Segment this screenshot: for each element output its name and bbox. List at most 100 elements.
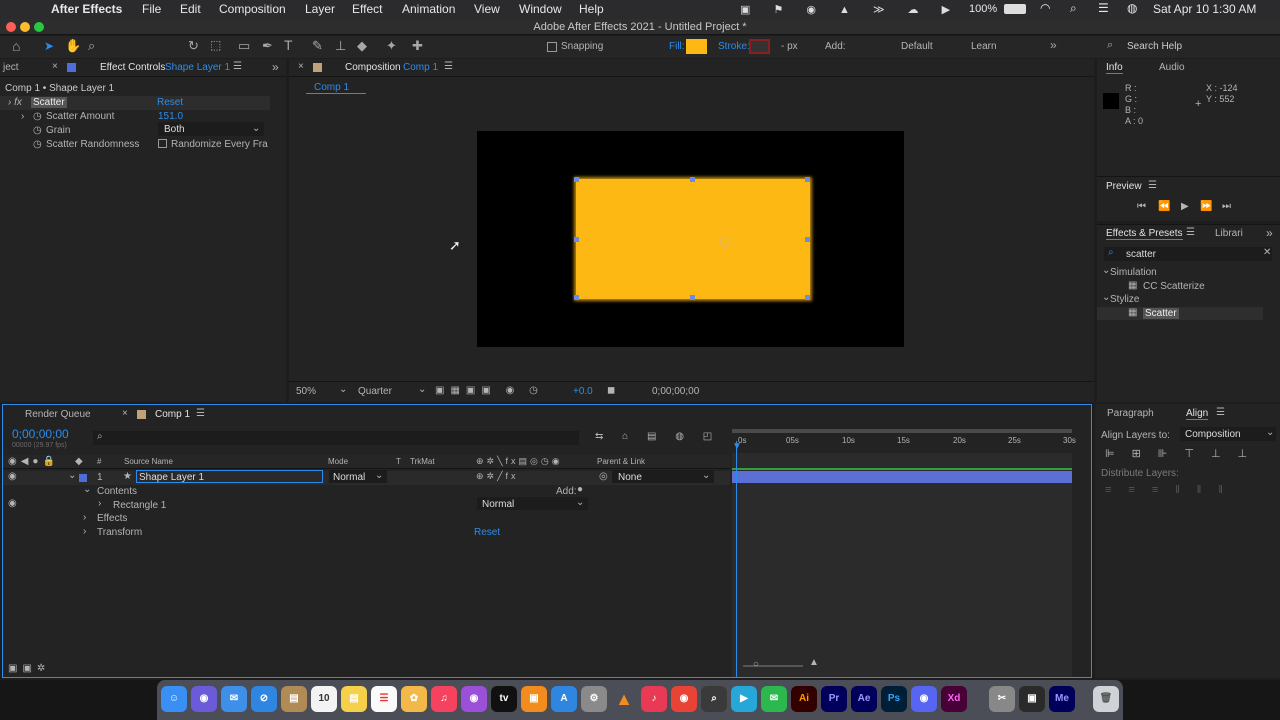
control-center-icon[interactable]: ☰ [1098,1,1109,15]
clone-tool-icon[interactable]: ⊥ [335,38,346,54]
visibility-icon[interactable]: ◉ [8,498,17,509]
expand-arrow-icon[interactable]: ⌄ [68,470,76,481]
timeline-zoom-slider[interactable] [743,665,803,667]
handle-tl[interactable] [574,177,579,182]
panel-overflow-icon[interactable]: » [272,60,279,74]
reminders-icon[interactable]: ☰ [371,686,397,712]
composition-tab-comp[interactable]: Comp 1 [403,62,438,73]
timeline-comp-tab[interactable]: Comp 1 [155,409,190,420]
rotate-tool-icon[interactable]: ↻ [188,38,199,54]
zoom-dropdown[interactable]: 50% [296,386,316,397]
pen-tool-icon[interactable]: ✒ [262,38,273,54]
expand-arrow-icon[interactable]: ⌄ [83,484,91,495]
books-icon[interactable]: ▣ [521,686,547,712]
stroke-width[interactable]: - px [781,41,798,52]
menu-effect[interactable]: Effect [352,2,382,16]
discord-icon[interactable]: ◉ [911,686,937,712]
toolbox-icon[interactable]: ✂ [989,686,1015,712]
home-icon[interactable]: ⌂ [12,38,20,54]
viewer-icons[interactable]: ▣▦▣▣ ◉ ◷ [435,385,544,396]
expand-arrow-icon[interactable]: › [83,512,86,523]
menu-help[interactable]: Help [579,2,604,16]
premiere-icon[interactable]: Pr [821,686,847,712]
system-preferences-icon[interactable]: ⚙ [581,686,607,712]
viewer-timecode[interactable]: 0;00;00;00 [652,386,699,397]
effect-cc-scatterize[interactable]: CC Scatterize [1143,281,1205,292]
illustrator-icon[interactable]: Ai [791,686,817,712]
layer-search-input[interactable] [93,431,579,445]
add-label[interactable]: Add: [825,41,846,52]
rectangle-group-label[interactable]: Rectangle 1 [113,500,166,511]
add-icon[interactable]: ● [577,484,583,495]
panel-menu-icon[interactable]: ☰ [1186,227,1195,238]
menu-view[interactable]: View [474,2,500,16]
randomize-checkbox[interactable] [158,139,167,148]
layer-switches-icons[interactable]: ⊕✲╱fx [476,471,519,482]
eraser-tool-icon[interactable]: ◆ [357,38,367,54]
menu-composition[interactable]: Composition [219,2,286,16]
handle-tc[interactable] [690,177,695,182]
effects-label[interactable]: Effects [97,513,127,524]
itunes-icon[interactable]: ♪ [641,686,667,712]
exposure-value[interactable]: +0.0 [573,386,593,397]
appletv-icon[interactable]: tv [491,686,517,712]
alfred-icon[interactable]: ⌕ [701,686,727,712]
stickies-icon[interactable]: ▤ [341,686,367,712]
camera-tool-icon[interactable]: ⬚ [210,38,221,52]
expand-arrow-icon[interactable]: › [98,498,101,509]
aftereffects-icon[interactable]: Ae [851,686,877,712]
transform-label[interactable]: Transform [97,527,142,538]
next-frame-icon[interactable]: ⏩ [1200,201,1212,212]
last-frame-icon[interactable]: ⏭ [1222,201,1231,212]
search-help-field[interactable]: Search Help [1127,41,1182,52]
effects-presets-tab[interactable]: Effects & Presets [1106,228,1183,240]
type-tool-icon[interactable]: T [284,37,293,53]
roto-tool-icon[interactable]: ✦ [386,38,397,54]
menu-file[interactable]: File [142,2,161,16]
timeline-switch-icons[interactable]: ⇆ ⌂ ▤ ◍ ◰ [595,431,720,442]
expand-arrow-icon[interactable]: › [83,526,86,537]
snapshot-icon[interactable]: ◼ [607,385,615,396]
vlc-icon[interactable]: ▲ [611,686,637,712]
prop-value-scatter-amount[interactable]: 151.0 [158,111,183,122]
workspace-overflow-icon[interactable]: » [1050,38,1057,52]
layer-duration-bar[interactable] [732,471,1072,483]
expand-arrow-icon[interactable]: › [21,111,24,122]
contents-add-label[interactable]: Add: [556,486,577,497]
trash-icon[interactable]: 🗑 [1093,686,1119,712]
effect-controls-tab[interactable]: Effect Controls [100,62,165,73]
handle-bc[interactable] [690,295,695,300]
snapping-checkbox[interactable] [547,42,557,52]
libraries-tab[interactable]: Librari [1215,228,1243,239]
timeline-timecode[interactable]: 0;00;00;00 [12,427,69,441]
align-buttons-icons[interactable]: ⊫⊞⊪⊤⊥⊥ [1105,447,1264,460]
spotlight-icon[interactable]: ⌕ [1070,1,1077,16]
effect-scatter[interactable]: Scatter [1143,308,1179,319]
messages-icon[interactable]: ✉ [761,686,787,712]
stroke-swatch[interactable] [749,39,770,54]
photoshop-icon[interactable]: Ps [881,686,907,712]
pickwhip-icon[interactable]: ◎ [599,471,608,482]
scatter-shape[interactable] [576,179,810,299]
handle-ml[interactable] [574,237,579,242]
distribute-buttons-icons[interactable]: ≡≡≡‖‖‖ [1105,484,1240,496]
stopwatch-icon[interactable]: ◷ [33,139,42,150]
safari-icon[interactable]: ⊘ [251,686,277,712]
close-tab-icon[interactable]: × [122,408,128,419]
status-icons[interactable]: ▣ ⚑ ◉ ▲ ≫ ☁ ▶ [740,3,960,16]
menu-animation[interactable]: Animation [402,2,455,16]
pin-tool-icon[interactable]: ✚ [412,38,423,54]
playhead[interactable] [736,441,737,677]
media-encoder-icon[interactable]: Me [1049,686,1075,712]
close-tab-icon[interactable]: × [52,61,58,72]
visibility-icon[interactable]: ◉ [8,471,17,482]
brush-tool-icon[interactable]: ✎ [312,38,323,54]
group-stylize[interactable]: Stylize [1110,294,1139,305]
effect-controls-layer[interactable]: Shape Layer 1 [165,62,230,73]
music-icon[interactable]: ♫ [431,686,457,712]
audio-tab[interactable]: Audio [1159,62,1185,73]
handle-tr[interactable] [805,177,810,182]
zoom-tool-icon[interactable]: ⌕ [88,38,95,54]
podcasts-icon[interactable]: ◉ [461,686,487,712]
app-menu[interactable]: After Effects [51,2,122,16]
